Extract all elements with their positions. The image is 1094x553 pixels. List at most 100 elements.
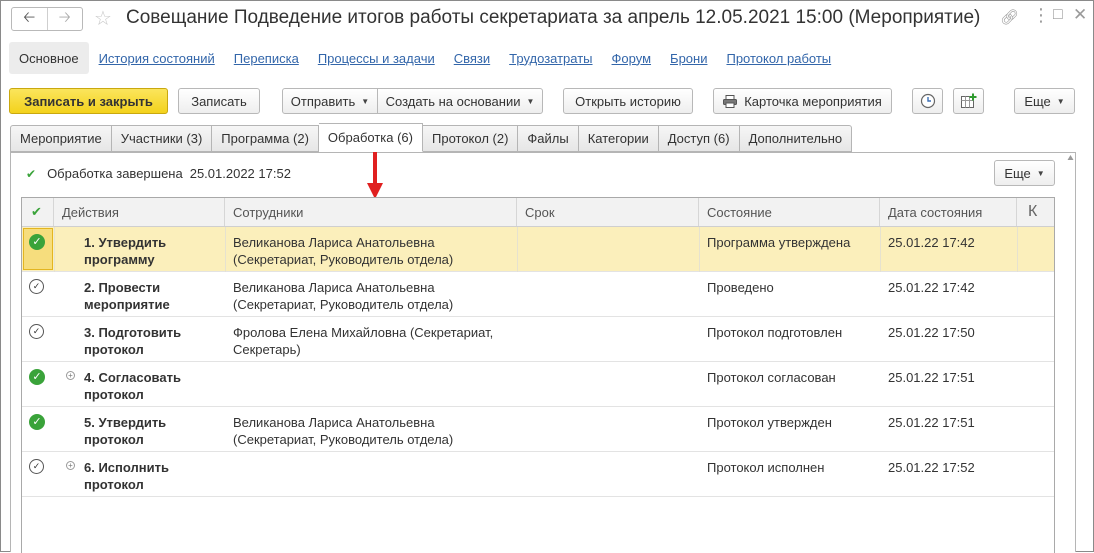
check-icon: ✔ (31, 204, 42, 219)
column-divider (517, 227, 518, 272)
header-employees[interactable]: Сотрудники (225, 198, 517, 226)
add-table-button[interactable] (953, 88, 984, 114)
state-cell: Программа утверждена (707, 235, 851, 250)
action-line: 5. Утвердить (84, 415, 167, 430)
forward-arrow-icon[interactable]: 🡢 (46, 8, 83, 30)
link-main[interactable]: Основное (9, 42, 89, 74)
maximize-icon[interactable]: □ (1053, 6, 1063, 24)
printer-icon (723, 94, 738, 108)
window-frame: 🡠 🡢 ☆ Совещание Подведение итогов работы… (0, 0, 1094, 553)
employee-line: Фролова Елена Михайловна (Секретариат, (233, 325, 494, 340)
tab-access[interactable]: Доступ (6) (658, 125, 740, 152)
send-label: Отправить (290, 93, 356, 109)
employee-line: Секретарь) (233, 342, 301, 357)
check-icon: ✔ (26, 166, 37, 181)
link-processes-tasks[interactable]: Процессы и задачи (318, 51, 435, 66)
table-row[interactable]: ✓ +6. Исполнить протокол Протокол исполнен 2… (22, 452, 1054, 497)
create-based-button[interactable]: Создать на основании ▼ (377, 88, 543, 114)
header-actions[interactable]: Действия (54, 198, 225, 226)
employee-cell: Великанова Лариса Анатольевна (Секретариа… (233, 279, 453, 313)
tab-categories[interactable]: Категории (578, 125, 659, 152)
state-date-cell: 25.01.22 17:52 (888, 460, 975, 475)
processing-more-button[interactable]: Еще ▼ (994, 160, 1055, 186)
state-cell: Протокол утвержден (707, 415, 832, 430)
state-date-cell: 25.01.22 17:50 (888, 325, 975, 340)
done-circle-icon: ✓ (29, 324, 44, 339)
dropdown-arrow-icon: ▼ (361, 96, 370, 106)
link-icon[interactable]: 🔗︎ (1000, 8, 1019, 26)
tab-participants[interactable]: Участники (3) (111, 125, 213, 152)
event-card-button[interactable]: Карточка мероприятия (713, 88, 892, 114)
state-cell: Проведено (707, 280, 774, 295)
table-row[interactable]: ✓ 1. Утвердить программу Великанова Лариса … (22, 227, 1054, 272)
state-cell: Протокол исполнен (707, 460, 825, 475)
tab-processing[interactable]: Обработка (6) (318, 123, 423, 152)
title-bar: 🡠 🡢 ☆ Совещание Подведение итогов работы… (1, 1, 1093, 37)
dropdown-arrow-icon: ▼ (526, 96, 535, 106)
save-close-button[interactable]: Записать и закрыть (9, 88, 168, 114)
link-labor-costs[interactable]: Трудозатраты (509, 51, 592, 66)
header-state-date[interactable]: Дата состояния (880, 198, 1017, 226)
employee-line: Великанова Лариса Анатольевна (233, 235, 435, 250)
action-cell: 3. Подготовить протокол (84, 324, 181, 358)
table-row[interactable]: ✓ 3. Подготовить протокол Фролова Елена Мих… (22, 317, 1054, 362)
done-circle-icon: ✓ (29, 459, 44, 474)
expand-icon[interactable]: + (66, 461, 75, 470)
history-clock-button[interactable] (912, 88, 943, 114)
action-line: 4. Согласовать (84, 370, 181, 385)
status-text: Обработка завершена (47, 166, 183, 181)
employee-line: Великанова Лариса Анатольевна (233, 415, 435, 430)
column-divider (225, 227, 226, 272)
table-row[interactable]: ✓ 5. Утвердить протокол Великанова Лариса А… (22, 407, 1054, 452)
tab-protocol[interactable]: Протокол (2) (423, 125, 519, 152)
action-line: 1. Утвердить (84, 235, 167, 250)
link-forum[interactable]: Форум (612, 51, 652, 66)
table-row[interactable]: ✓ 2. Провести мероприятие Великанова Лариса… (22, 272, 1054, 317)
action-cell: 4. Согласовать протокол (84, 369, 181, 403)
state-date-cell: 25.01.22 17:51 (888, 370, 975, 385)
header-status-icon[interactable]: ✔ (22, 198, 54, 226)
processing-status: ✔ Обработка завершена 25.01.2022 17:52 (26, 166, 291, 181)
back-arrow-icon[interactable]: 🡠 (12, 8, 47, 30)
link-work-log[interactable]: Протокол работы (726, 51, 831, 66)
link-bookings[interactable]: Брони (670, 51, 707, 66)
close-icon[interactable]: ✕ (1073, 5, 1087, 25)
header-state[interactable]: Состояние (699, 198, 880, 226)
nav-buttons: 🡠 🡢 (11, 7, 83, 31)
employee-cell: Фролова Елена Михайловна (Секретариат, Се… (233, 324, 493, 358)
favorite-star-icon[interactable]: ☆ (94, 6, 112, 31)
more-button[interactable]: Еще ▼ (1014, 88, 1075, 114)
tab-program[interactable]: Программа (2) (212, 125, 319, 152)
add-table-icon (961, 93, 977, 108)
link-state-history[interactable]: История состояний (99, 51, 215, 66)
header-deadline[interactable]: Срок (517, 198, 699, 226)
employee-line: Великанова Лариса Анатольевна (233, 280, 435, 295)
open-history-button[interactable]: Открыть историю (563, 88, 693, 114)
column-divider (699, 227, 700, 272)
column-divider (54, 227, 55, 272)
event-card-label: Карточка мероприятия (744, 93, 882, 109)
header-k[interactable]: К (1017, 198, 1054, 226)
action-line: 6. Исполнить (84, 460, 169, 475)
send-button[interactable]: Отправить ▼ (282, 88, 378, 114)
table-row[interactable]: ✓ +4. Согласовать протокол Протокол согласо… (22, 362, 1054, 407)
tab-files[interactable]: Файлы (518, 125, 579, 152)
more-vertical-icon[interactable]: ⋮ (1032, 5, 1050, 26)
link-relations[interactable]: Связи (454, 51, 490, 66)
link-correspondence[interactable]: Переписка (234, 51, 299, 66)
tab-additional[interactable]: Дополнительно (739, 125, 853, 152)
action-line: протокол (84, 342, 144, 357)
employee-line: (Секретариат, Руководитель отдела) (233, 252, 454, 267)
employee-cell: Великанова Лариса Анатольевна (Секретариа… (233, 234, 453, 268)
create-based-label: Создать на основании (385, 93, 521, 109)
action-line: 3. Подготовить (84, 325, 182, 340)
expand-icon[interactable]: + (66, 371, 75, 380)
section-links: Основное История состояний Переписка Про… (9, 42, 850, 74)
green-check-icon: ✓ (29, 369, 45, 385)
save-button[interactable]: Записать (178, 88, 260, 114)
more-label: Еще (1004, 165, 1031, 181)
state-cell: Протокол подготовлен (707, 325, 843, 340)
vertical-scrollbar[interactable] (1066, 152, 1075, 552)
tab-event[interactable]: Мероприятие (10, 125, 112, 152)
more-label: Еще (1024, 93, 1051, 109)
